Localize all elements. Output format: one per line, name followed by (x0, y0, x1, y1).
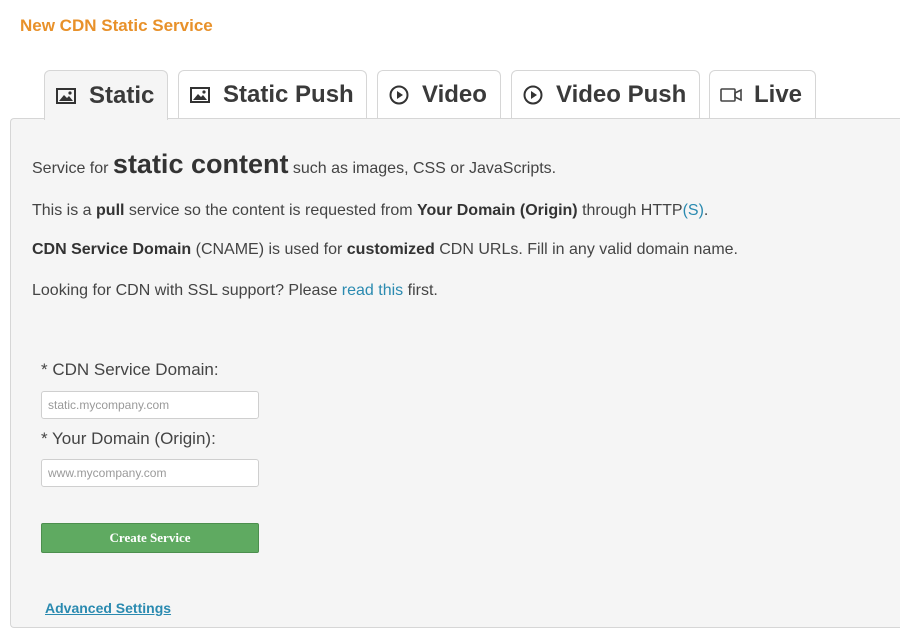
tab-label: Live (754, 80, 803, 108)
intro-line-ssl: Looking for CDN with SSL support? Please… (32, 282, 438, 299)
cdn-domain-input[interactable] (41, 391, 259, 419)
tab-label: Video (422, 80, 487, 108)
cdn-domain-label: * CDN Service Domain: (41, 360, 219, 379)
video-camera-icon (720, 84, 742, 106)
tab-static-push[interactable]: Static Push (178, 70, 367, 118)
intro-line-pull-service: This is a pull service so the content is… (32, 202, 709, 219)
read-this-link[interactable]: read this (342, 282, 403, 299)
tab-video[interactable]: Video (377, 70, 501, 118)
origin-domain-input[interactable] (41, 459, 259, 487)
tab-static[interactable]: Static (44, 70, 168, 120)
tab-content-panel: Service for static content such as image… (10, 118, 900, 628)
create-service-button[interactable]: Create Service (41, 523, 259, 553)
intro-line-cname: CDN Service Domain (CNAME) is used for c… (32, 241, 738, 258)
page-title: New CDN Static Service (20, 16, 213, 35)
advanced-settings-link[interactable]: Advanced Settings (45, 600, 171, 616)
origin-domain-label: * Your Domain (Origin): (41, 429, 216, 448)
tab-label: Video Push (556, 80, 687, 108)
image-icon (189, 84, 211, 106)
tab-live[interactable]: Live (709, 70, 816, 118)
image-icon (55, 85, 77, 107)
https-link[interactable]: (S) (683, 202, 704, 219)
intro-line-static-content: Service for static content such as image… (32, 149, 557, 179)
tab-label: Static Push (223, 80, 354, 108)
tab-label: Static (89, 81, 155, 109)
tab-video-push[interactable]: Video Push (511, 70, 700, 118)
play-circle-icon (522, 84, 544, 106)
play-circle-icon (388, 84, 410, 106)
